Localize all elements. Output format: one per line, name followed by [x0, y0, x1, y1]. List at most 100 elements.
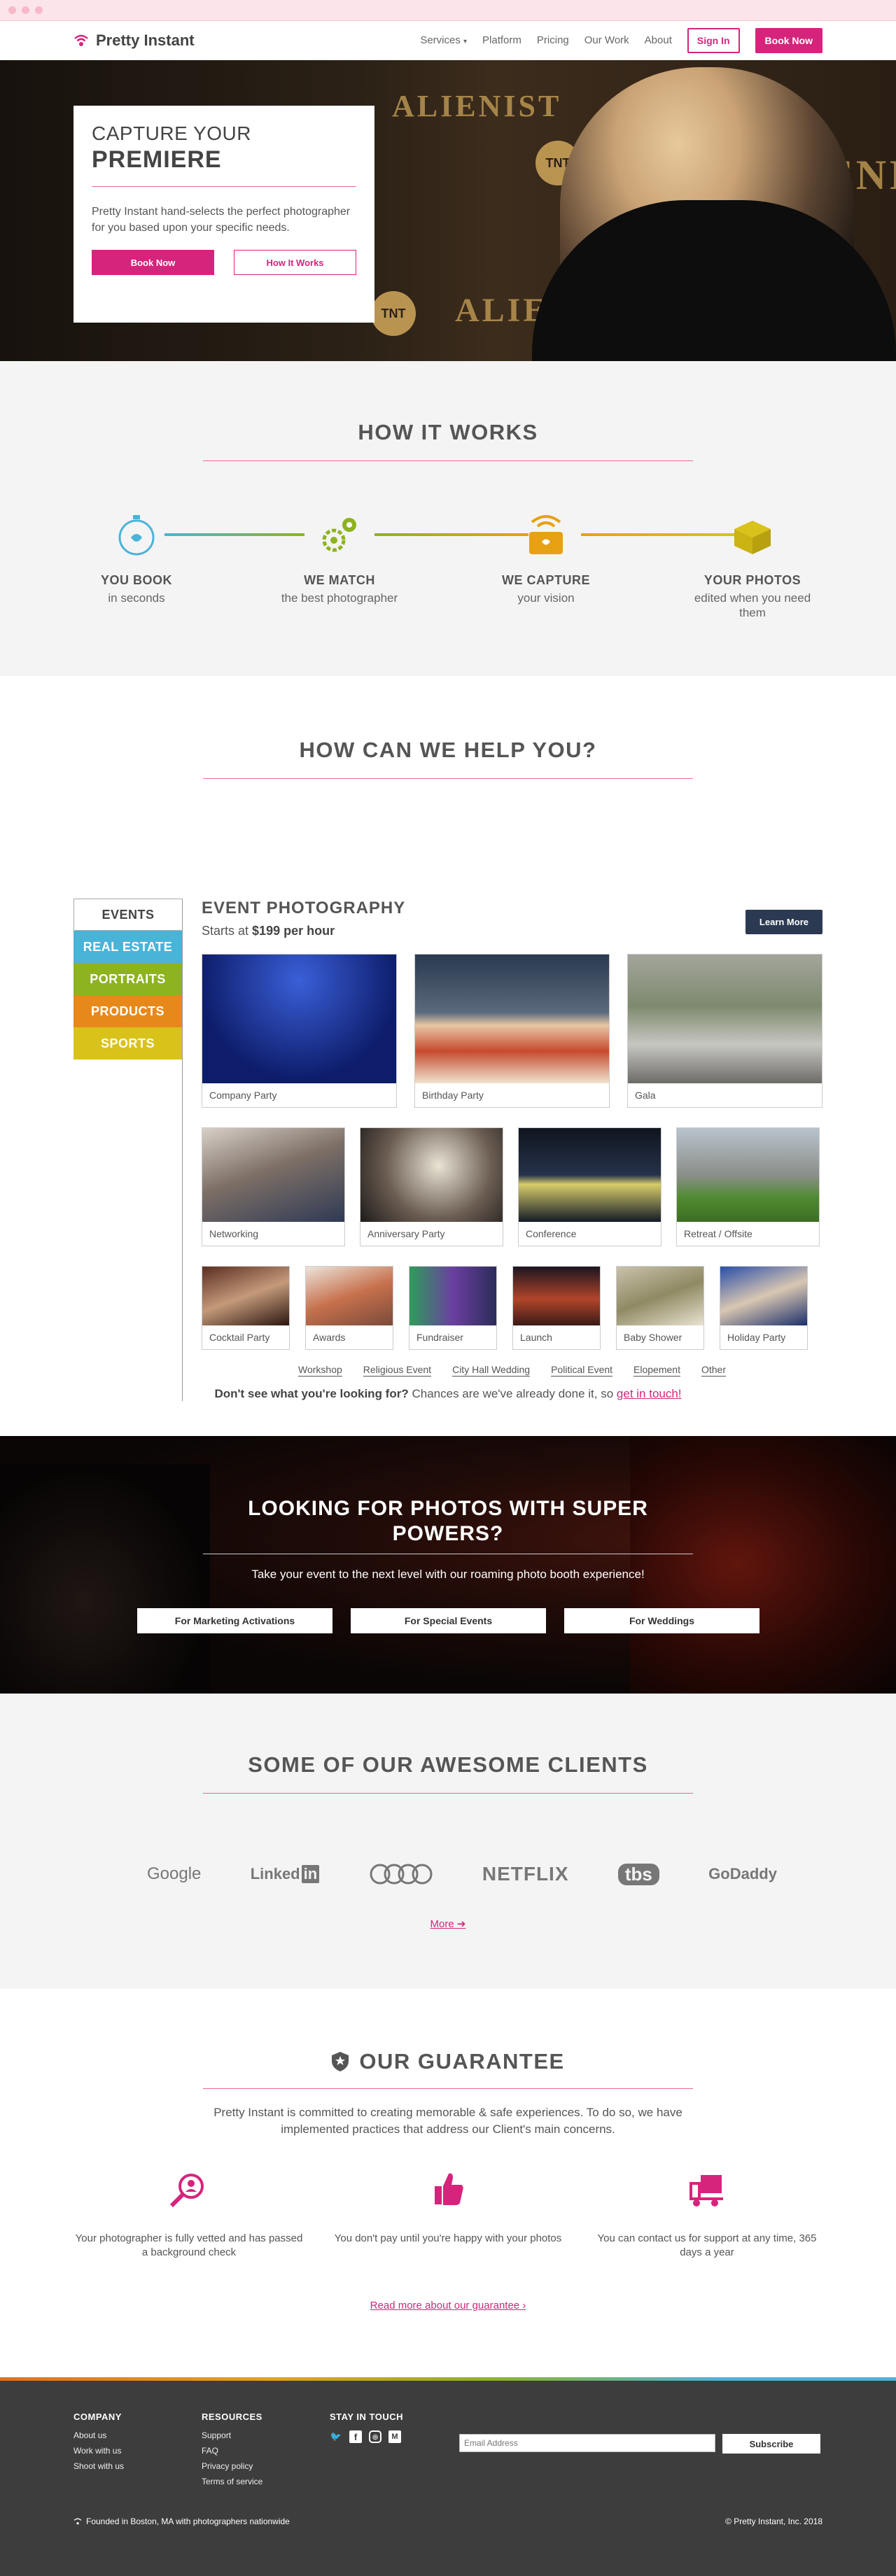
event-photo [513, 1267, 600, 1325]
event-photo [306, 1267, 393, 1325]
link-other[interactable]: Other [701, 1364, 726, 1377]
event-card-cocktail-party[interactable]: Cocktail Party [202, 1266, 290, 1350]
tbs-logo: tbs [617, 1863, 659, 1885]
twitter-icon[interactable]: 🐦 [330, 2430, 342, 2443]
event-card-holiday-party[interactable]: Holiday Party [720, 1266, 808, 1350]
hero-how-it-works-button[interactable]: How It Works [234, 250, 356, 275]
event-card-conference[interactable]: Conference [518, 1127, 662, 1246]
footer-link-support[interactable]: Support [202, 2430, 330, 2440]
event-grid-row3: Cocktail Party Awards Fundraiser Launch … [202, 1266, 822, 1350]
link-workshop[interactable]: Workshop [298, 1364, 342, 1377]
clients-section: SOME OF OUR AWESOME CLIENTS Google Linke… [0, 1694, 896, 1989]
magnifier-person-icon [169, 2174, 204, 2208]
guarantee-intro: Pretty Instant is committed to creating … [214, 2106, 682, 2136]
event-card-birthday-party[interactable]: Birthday Party [414, 954, 610, 1108]
event-photo [202, 1267, 289, 1325]
nav-about[interactable]: About [645, 34, 672, 46]
medium-icon[interactable]: M [388, 2430, 401, 2443]
link-city-hall-wedding[interactable]: City Hall Wedding [452, 1364, 531, 1377]
event-label: Conference [526, 1228, 577, 1239]
event-card-company-party[interactable]: Company Party [202, 954, 397, 1108]
super-powers-description: Take your event to the next level with o… [251, 1568, 645, 1581]
footer-heading: STAY IN TOUCH [330, 2412, 403, 2422]
weddings-button[interactable]: For Weddings [564, 1608, 760, 1633]
event-photo [519, 1128, 661, 1222]
nav-our-work[interactable]: Our Work [584, 34, 629, 46]
event-card-anniversary-party[interactable]: Anniversary Party [360, 1127, 503, 1246]
tab-events[interactable]: EVENTS [74, 899, 182, 931]
hero-book-now-button[interactable]: Book Now [92, 250, 214, 275]
footer-link-work[interactable]: Work with us [74, 2446, 202, 2456]
learn-more-button[interactable]: Learn More [745, 910, 822, 934]
instagram-icon[interactable]: ◎ [369, 2430, 382, 2443]
category-panel: EVENT PHOTOGRAPHY Starts at $199 per hou… [202, 899, 822, 1377]
step-title: WE CAPTURE [502, 573, 590, 587]
founded-text: Founded in Boston, MA with photographers… [86, 2517, 290, 2526]
category-title: EVENT PHOTOGRAPHY [202, 899, 406, 917]
facebook-icon[interactable]: f [349, 2430, 362, 2443]
get-in-touch-link[interactable]: get in touch! [617, 1387, 682, 1400]
step-title: YOU BOOK [100, 573, 172, 587]
event-card-gala[interactable]: Gala [627, 954, 822, 1108]
gears-icon [322, 518, 356, 552]
footer-link-privacy[interactable]: Privacy policy [202, 2461, 330, 2471]
step-we-capture: WE CAPTURE your vision [476, 509, 616, 605]
footer-link-terms[interactable]: Terms of service [202, 2477, 330, 2486]
footer-link-shoot[interactable]: Shoot with us [74, 2461, 202, 2471]
event-card-awards[interactable]: Awards [305, 1266, 393, 1350]
guarantee-pay-happy: You don't pay until you're happy with yo… [332, 2168, 564, 2260]
tnt-logo: TNT [371, 291, 416, 336]
hero-line2: PREMIERE [92, 146, 222, 173]
event-card-baby-shower[interactable]: Baby Shower [616, 1266, 704, 1350]
email-input[interactable] [459, 2434, 715, 2452]
event-card-fundraiser[interactable]: Fundraiser [409, 1266, 497, 1350]
link-religious-event[interactable]: Religious Event [363, 1364, 432, 1377]
event-card-networking[interactable]: Networking [202, 1127, 345, 1246]
camera-icon [529, 515, 563, 554]
tab-products[interactable]: PRODUCTS [74, 995, 182, 1027]
sign-in-button[interactable]: Sign In [687, 27, 740, 53]
clients-title: SOME OF OUR AWESOME CLIENTS [248, 1752, 648, 1777]
event-card-launch[interactable]: Launch [512, 1266, 601, 1350]
link-political-event[interactable]: Political Event [551, 1364, 613, 1377]
footer-link-about[interactable]: About us [74, 2430, 202, 2440]
nav-services[interactable]: Services ▾ [420, 34, 467, 46]
footer-company: COMPANY About us Work with us Shoot with… [74, 2412, 202, 2492]
read-more-guarantee-link[interactable]: Read more about our guarantee › [0, 2300, 896, 2311]
window-dot-icon[interactable] [8, 6, 16, 14]
event-grid-row2: Networking Anniversary Party Conference … [202, 1127, 822, 1246]
footer-link-faq[interactable]: FAQ [202, 2446, 330, 2456]
event-card-retreat-offsite[interactable]: Retreat / Offsite [676, 1127, 820, 1246]
event-label: Holiday Party [727, 1332, 786, 1343]
marketing-activations-button[interactable]: For Marketing Activations [137, 1608, 332, 1633]
window-dot-icon[interactable] [35, 6, 43, 14]
help-title: HOW CAN WE HELP YOU? [299, 738, 597, 762]
event-label: Birthday Party [422, 1090, 484, 1101]
guarantee-text: Your photographer is fully vetted and ha… [75, 2232, 303, 2258]
nav-platform[interactable]: Platform [482, 34, 522, 46]
guarantee-title: OUR GUARANTEE [359, 2049, 565, 2074]
book-now-nav-button[interactable]: Book Now [755, 27, 822, 53]
event-label: Retreat / Offsite [684, 1228, 752, 1239]
super-powers-title: LOOKING FOR PHOTOS WITH SUPER POWERS? [248, 1497, 648, 1545]
subscribe-button[interactable]: Subscribe [722, 2434, 820, 2454]
brand-logo[interactable]: Pretty Instant [74, 31, 195, 50]
section-divider [203, 778, 693, 779]
footer-heading: RESOURCES [202, 2412, 262, 2422]
linkedin-logo: Linked in [251, 1865, 320, 1883]
link-elopement[interactable]: Elopement [634, 1364, 680, 1377]
starting-price-value: $199 per hour [252, 924, 335, 938]
special-events-button[interactable]: For Special Events [351, 1608, 546, 1633]
nav-pricing[interactable]: Pricing [537, 34, 569, 46]
window-dot-icon[interactable] [22, 6, 29, 14]
steps: YOU BOOK in seconds WE MATCH the best ph… [74, 509, 822, 621]
nav-links: Services ▾ Platform Pricing Our Work Abo… [420, 27, 822, 53]
tab-real-estate[interactable]: REAL ESTATE [74, 931, 182, 963]
tab-sports[interactable]: SPORTS [74, 1027, 182, 1060]
more-clients-link[interactable]: More ➔ [0, 1917, 896, 1930]
tab-portraits[interactable]: PORTRAITS [74, 963, 182, 995]
hero-divider [92, 186, 356, 187]
step-sub: edited when you need them [694, 591, 811, 619]
event-label: Cocktail Party [209, 1332, 270, 1343]
hero-description: Pretty Instant hand-selects the perfect … [92, 206, 351, 234]
